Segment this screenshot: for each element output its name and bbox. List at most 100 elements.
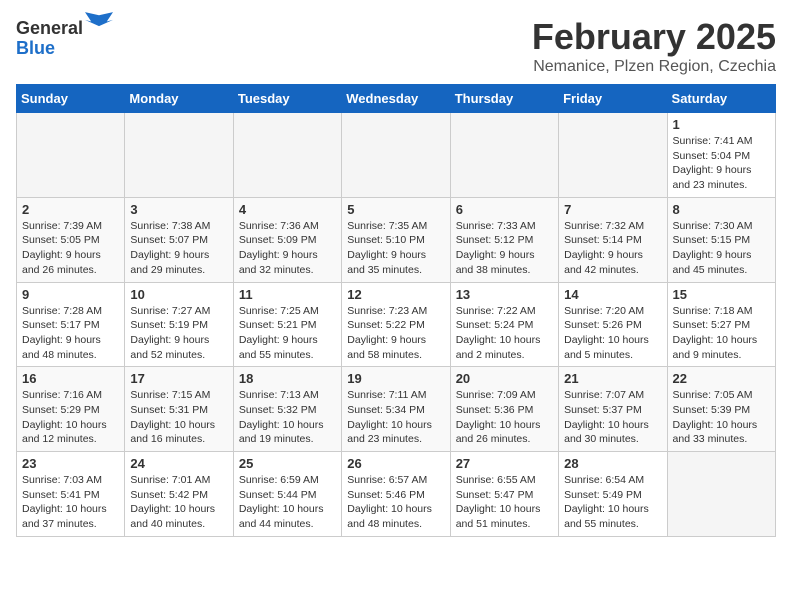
day-info: Sunrise: 7:05 AM Sunset: 5:39 PM Dayligh… — [673, 388, 770, 447]
day-number: 9 — [22, 287, 119, 302]
day-number: 20 — [456, 371, 553, 386]
day-number: 11 — [239, 287, 336, 302]
day-of-week-thursday: Thursday — [450, 85, 558, 113]
day-of-week-sunday: Sunday — [17, 85, 125, 113]
day-number: 19 — [347, 371, 444, 386]
calendar-cell: 7Sunrise: 7:32 AM Sunset: 5:14 PM Daylig… — [559, 197, 667, 282]
calendar-cell — [125, 113, 233, 198]
day-info: Sunrise: 7:27 AM Sunset: 5:19 PM Dayligh… — [130, 304, 227, 363]
day-number: 14 — [564, 287, 661, 302]
calendar-cell: 11 Sunrise: 7:25 AM Sunset: 5:21 PM Dayli… — [233, 282, 341, 367]
day-info: Sunrise: 6:59 AM Sunset: 5:44 PM Dayligh… — [239, 473, 336, 532]
calendar-cell: 12 Sunrise: 7:23 AM Sunset: 5:22 PM Dayli… — [342, 282, 450, 367]
day-info: Sunrise: 6:57 AM Sunset: 5:46 PM Dayligh… — [347, 473, 444, 532]
calendar-cell: 18Sunrise: 7:13 AM Sunset: 5:32 PM Dayli… — [233, 367, 341, 452]
day-info: Sunrise: 7:18 AM Sunset: 5:27 PM Dayligh… — [673, 304, 770, 363]
day-number: 28 — [564, 456, 661, 471]
calendar-cell: 9 Sunrise: 7:28 AM Sunset: 5:17 PM Daylig… — [17, 282, 125, 367]
day-info: Sunrise: 7:41 AM Sunset: 5:04 PM Dayligh… — [673, 134, 770, 193]
calendar-cell: 15 Sunrise: 7:18 AM Sunset: 5:27 PM Dayli… — [667, 282, 775, 367]
day-info: Sunrise: 6:55 AM Sunset: 5:47 PM Dayligh… — [456, 473, 553, 532]
logo-general: General — [16, 18, 83, 38]
calendar-cell: 17 Sunrise: 7:15 AM Sunset: 5:31 PM Dayli… — [125, 367, 233, 452]
day-number: 2 — [22, 202, 119, 217]
day-number: 21 — [564, 371, 661, 386]
calendar-week-row: 9 Sunrise: 7:28 AM Sunset: 5:17 PM Daylig… — [17, 282, 776, 367]
day-info: Sunrise: 7:25 AM Sunset: 5:21 PM Dayligh… — [239, 304, 336, 363]
day-number: 5 — [347, 202, 444, 217]
day-info: Sunrise: 7:07 AM Sunset: 5:37 PM Dayligh… — [564, 388, 661, 447]
day-info: Sunrise: 6:54 AM Sunset: 5:49 PM Dayligh… — [564, 473, 661, 532]
day-info: Sunrise: 7:11 AM Sunset: 5:34 PM Dayligh… — [347, 388, 444, 447]
calendar-week-row: 2 Sunrise: 7:39 AM Sunset: 5:05 PM Daylig… — [17, 197, 776, 282]
calendar-cell: 4Sunrise: 7:36 AM Sunset: 5:09 PM Daylig… — [233, 197, 341, 282]
day-number: 25 — [239, 456, 336, 471]
day-info: Sunrise: 7:35 AM Sunset: 5:10 PM Dayligh… — [347, 219, 444, 278]
day-number: 27 — [456, 456, 553, 471]
calendar-cell: 25 Sunrise: 6:59 AM Sunset: 5:44 PM Dayli… — [233, 452, 341, 537]
calendar-cell: 26 Sunrise: 6:57 AM Sunset: 5:46 PM Dayli… — [342, 452, 450, 537]
calendar-cell: 14 Sunrise: 7:20 AM Sunset: 5:26 PM Dayli… — [559, 282, 667, 367]
location-subtitle: Nemanice, Plzen Region, Czechia — [532, 58, 776, 76]
day-number: 13 — [456, 287, 553, 302]
calendar-cell: 27 Sunrise: 6:55 AM Sunset: 5:47 PM Dayli… — [450, 452, 558, 537]
calendar-cell: 5 Sunrise: 7:35 AM Sunset: 5:10 PM Daylig… — [342, 197, 450, 282]
day-number: 3 — [130, 202, 227, 217]
day-number: 7 — [564, 202, 661, 217]
calendar-cell: 16 Sunrise: 7:16 AM Sunset: 5:29 PM Dayli… — [17, 367, 125, 452]
day-info: Sunrise: 7:23 AM Sunset: 5:22 PM Dayligh… — [347, 304, 444, 363]
calendar-cell — [559, 113, 667, 198]
logo-blue: Blue — [16, 38, 55, 58]
header: General Blue February 2025 Nemanice, Plz… — [16, 16, 776, 76]
day-info: Sunrise: 7:03 AM Sunset: 5:41 PM Dayligh… — [22, 473, 119, 532]
calendar-week-row: 16 Sunrise: 7:16 AM Sunset: 5:29 PM Dayli… — [17, 367, 776, 452]
calendar-cell: 20 Sunrise: 7:09 AM Sunset: 5:36 PM Dayli… — [450, 367, 558, 452]
day-info: Sunrise: 7:22 AM Sunset: 5:24 PM Dayligh… — [456, 304, 553, 363]
day-number: 23 — [22, 456, 119, 471]
day-info: Sunrise: 7:39 AM Sunset: 5:05 PM Dayligh… — [22, 219, 119, 278]
month-year-title: February 2025 — [532, 16, 776, 58]
calendar-cell — [450, 113, 558, 198]
calendar-cell — [667, 452, 775, 537]
calendar-header-row: SundayMondayTuesdayWednesdayThursdayFrid… — [17, 85, 776, 113]
calendar-cell: 2 Sunrise: 7:39 AM Sunset: 5:05 PM Daylig… — [17, 197, 125, 282]
calendar-cell: 22Sunrise: 7:05 AM Sunset: 5:39 PM Dayli… — [667, 367, 775, 452]
day-of-week-friday: Friday — [559, 85, 667, 113]
calendar-week-row: 23 Sunrise: 7:03 AM Sunset: 5:41 PM Dayli… — [17, 452, 776, 537]
day-info: Sunrise: 7:16 AM Sunset: 5:29 PM Dayligh… — [22, 388, 119, 447]
day-number: 6 — [456, 202, 553, 217]
logo-text: General Blue — [16, 16, 113, 59]
calendar-week-row: 1Sunrise: 7:41 AM Sunset: 5:04 PM Daylig… — [17, 113, 776, 198]
logo: General Blue — [16, 16, 113, 59]
day-info: Sunrise: 7:20 AM Sunset: 5:26 PM Dayligh… — [564, 304, 661, 363]
calendar-cell: 6 Sunrise: 7:33 AM Sunset: 5:12 PM Daylig… — [450, 197, 558, 282]
day-info: Sunrise: 7:38 AM Sunset: 5:07 PM Dayligh… — [130, 219, 227, 278]
day-number: 10 — [130, 287, 227, 302]
day-info: Sunrise: 7:09 AM Sunset: 5:36 PM Dayligh… — [456, 388, 553, 447]
day-info: Sunrise: 7:36 AM Sunset: 5:09 PM Dayligh… — [239, 219, 336, 278]
day-number: 8 — [673, 202, 770, 217]
day-info: Sunrise: 7:15 AM Sunset: 5:31 PM Dayligh… — [130, 388, 227, 447]
calendar-cell: 21 Sunrise: 7:07 AM Sunset: 5:37 PM Dayli… — [559, 367, 667, 452]
day-number: 26 — [347, 456, 444, 471]
day-number: 18 — [239, 371, 336, 386]
day-number: 12 — [347, 287, 444, 302]
calendar-cell: 8 Sunrise: 7:30 AM Sunset: 5:15 PM Daylig… — [667, 197, 775, 282]
calendar-cell: 24 Sunrise: 7:01 AM Sunset: 5:42 PM Dayli… — [125, 452, 233, 537]
calendar-cell — [342, 113, 450, 198]
day-number: 24 — [130, 456, 227, 471]
day-info: Sunrise: 7:01 AM Sunset: 5:42 PM Dayligh… — [130, 473, 227, 532]
day-number: 16 — [22, 371, 119, 386]
day-info: Sunrise: 7:33 AM Sunset: 5:12 PM Dayligh… — [456, 219, 553, 278]
day-number: 15 — [673, 287, 770, 302]
calendar-cell — [17, 113, 125, 198]
day-number: 17 — [130, 371, 227, 386]
calendar-cell: 13 Sunrise: 7:22 AM Sunset: 5:24 PM Dayli… — [450, 282, 558, 367]
day-of-week-monday: Monday — [125, 85, 233, 113]
title-section: February 2025 Nemanice, Plzen Region, Cz… — [532, 16, 776, 76]
calendar-cell: 28 Sunrise: 6:54 AM Sunset: 5:49 PM Dayli… — [559, 452, 667, 537]
calendar-cell: 3 Sunrise: 7:38 AM Sunset: 5:07 PM Daylig… — [125, 197, 233, 282]
day-info: Sunrise: 7:30 AM Sunset: 5:15 PM Dayligh… — [673, 219, 770, 278]
day-of-week-tuesday: Tuesday — [233, 85, 341, 113]
day-info: Sunrise: 7:28 AM Sunset: 5:17 PM Dayligh… — [22, 304, 119, 363]
